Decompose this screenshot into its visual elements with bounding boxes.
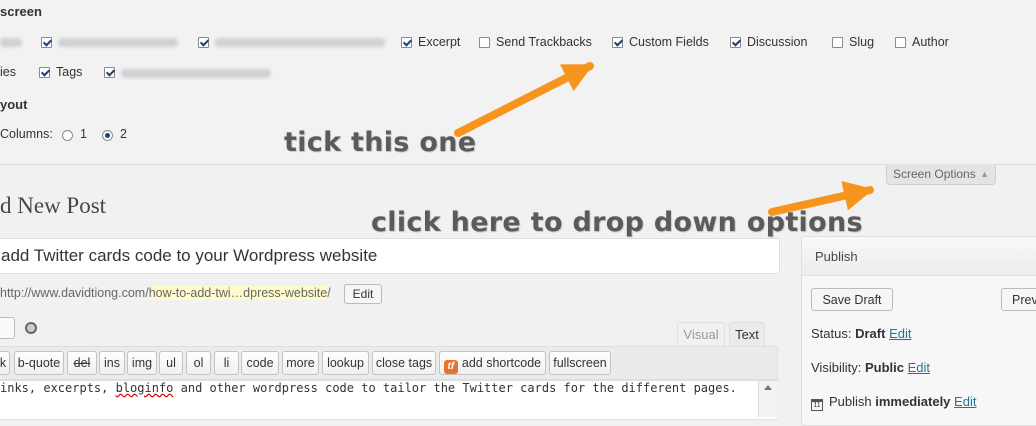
annotation-tick: tick this one: [284, 127, 477, 158]
arrow-to-screen-options-head: [841, 181, 874, 211]
annotation-click: click here to drop down options: [371, 207, 863, 238]
